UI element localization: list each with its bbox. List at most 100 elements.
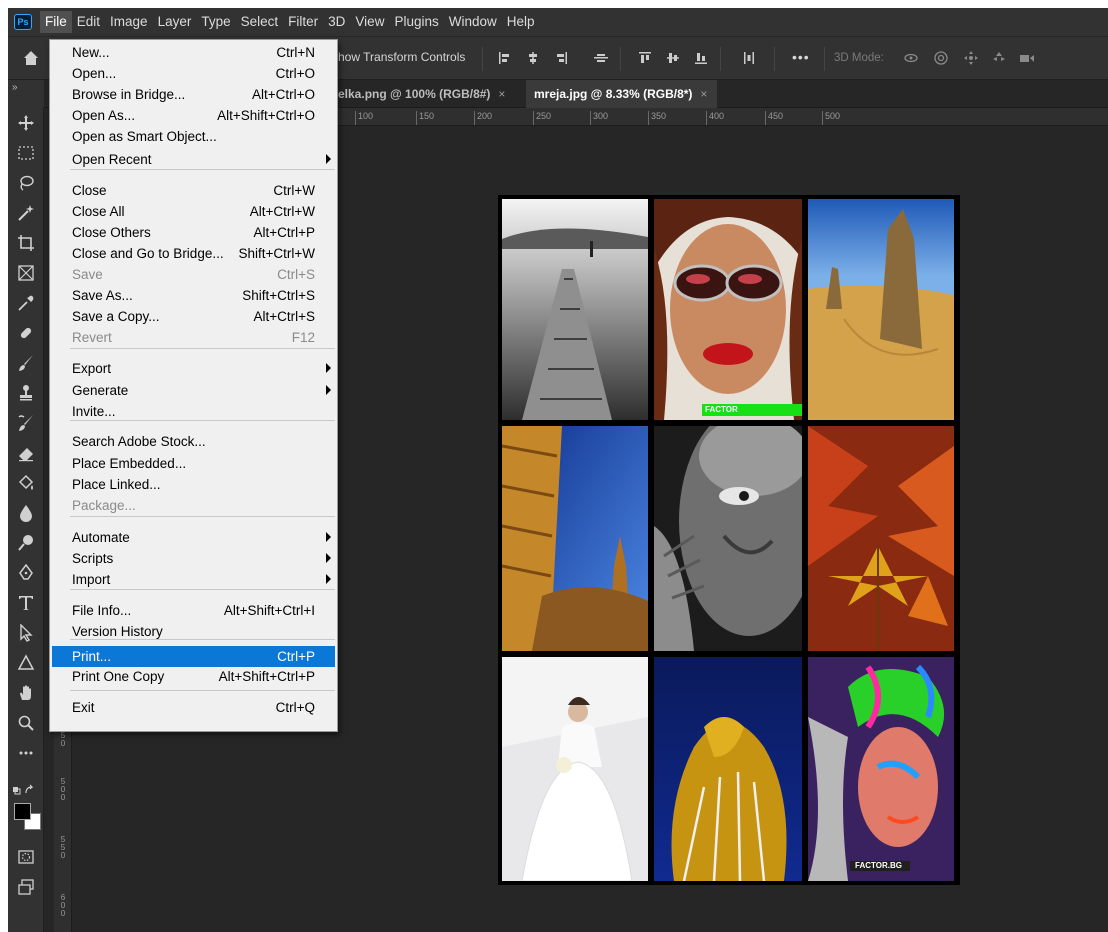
zoom-tool-icon[interactable] [14, 712, 38, 734]
menu-item-print[interactable]: Print... Ctrl+P [52, 646, 335, 667]
3d-mode-label: 3D Mode: [834, 52, 884, 64]
menu-item-package: Package... [50, 495, 337, 516]
close-tab-icon[interactable]: × [498, 80, 505, 108]
menu-item-generate[interactable]: Generate [50, 380, 337, 401]
menu-file[interactable]: File [40, 11, 72, 33]
tab-elka[interactable]: elka.png @ 100% (RGB/8#) × [330, 80, 515, 108]
document-canvas[interactable]: FACTOR FACTOR.BG [498, 195, 960, 885]
type-tool-icon[interactable] [14, 592, 38, 614]
menu-item-label: File Info... [72, 603, 132, 618]
menu-view[interactable]: View [350, 11, 389, 33]
more-options-button[interactable]: ••• [792, 49, 810, 65]
crop-tool-icon[interactable] [14, 232, 38, 254]
menu-edit[interactable]: Edit [72, 11, 105, 33]
menu-window[interactable]: Window [444, 11, 502, 33]
pen-tool-icon[interactable] [14, 562, 38, 584]
marquee-tool-icon[interactable] [14, 142, 38, 164]
menu-item-import[interactable]: Import [50, 569, 337, 590]
foreground-color-swatch[interactable] [14, 803, 31, 820]
menu-item-browse-in-bridge[interactable]: Browse in Bridge... Alt+Ctrl+O [50, 84, 337, 105]
menu-filter[interactable]: Filter [283, 11, 323, 33]
menu-help[interactable]: Help [502, 11, 540, 33]
shape-tool-icon[interactable] [14, 652, 38, 674]
menu-item-open-recent[interactable]: Open Recent [50, 149, 337, 170]
menu-item-shortcut: Ctrl+P [277, 649, 315, 664]
menu-item-label: Automate [72, 530, 130, 545]
distribute-icon[interactable] [740, 49, 758, 67]
menu-item-scripts[interactable]: Scripts [50, 548, 337, 569]
history-brush-tool-icon[interactable] [14, 412, 38, 434]
align-top-edge-icon[interactable] [592, 49, 610, 67]
menu-item-close-others[interactable]: Close Others Alt+Ctrl+P [50, 222, 337, 243]
3d-roll-icon[interactable] [932, 49, 950, 67]
lasso-tool-icon[interactable] [14, 172, 38, 194]
align-right-icon[interactable] [552, 49, 570, 67]
submenu-arrow-icon [326, 154, 331, 164]
menu-item-save-as[interactable]: Save As... Shift+Ctrl+S [50, 285, 337, 306]
menu-item-shortcut: Alt+Ctrl+O [251, 87, 315, 102]
menu-item-close-all[interactable]: Close All Alt+Ctrl+W [50, 201, 337, 222]
3d-slide-icon[interactable] [990, 49, 1008, 67]
3d-pan-icon[interactable] [962, 49, 980, 67]
quick-mask-icon[interactable] [14, 846, 38, 868]
menu-item-close-and-go-to-bridge[interactable]: Close and Go to Bridge... Shift+Ctrl+W [50, 243, 337, 264]
menu-item-version-history[interactable]: Version History [50, 621, 337, 642]
menu-image[interactable]: Image [105, 11, 153, 33]
align-top-icon[interactable] [636, 49, 654, 67]
options-divider [720, 47, 721, 71]
menu-item-label: Save As... [72, 288, 133, 303]
healing-brush-tool-icon[interactable] [14, 322, 38, 344]
menu-item-label: Save a Copy... [72, 309, 160, 324]
photoshop-logo-icon: Ps [14, 14, 32, 30]
3d-orbit-icon[interactable] [902, 49, 920, 67]
align-left-icon[interactable] [496, 49, 514, 67]
align-bottom-icon[interactable] [692, 49, 710, 67]
menu-item-export[interactable]: Export [50, 358, 337, 379]
menu-item-save-a-copy[interactable]: Save a Copy... Alt+Ctrl+S [50, 306, 337, 327]
menu-item-search-adobe-stock[interactable]: Search Adobe Stock... [50, 431, 337, 452]
eraser-tool-icon[interactable] [14, 442, 38, 464]
menu-separator [70, 690, 335, 691]
swap-colors-icon[interactable] [12, 784, 38, 799]
magic-wand-tool-icon[interactable] [14, 202, 38, 224]
align-middle-icon[interactable] [664, 49, 682, 67]
dodge-tool-icon[interactable] [14, 532, 38, 554]
menu-plugins[interactable]: Plugins [389, 11, 443, 33]
menu-item-new[interactable]: New... Ctrl+N [50, 42, 337, 63]
frame-tool-icon[interactable] [14, 262, 38, 284]
clone-stamp-tool-icon[interactable] [14, 382, 38, 404]
brush-tool-icon[interactable] [14, 352, 38, 374]
home-icon[interactable] [22, 49, 40, 67]
menu-item-print-one-copy[interactable]: Print One Copy Alt+Shift+Ctrl+P [50, 666, 337, 687]
3d-camera-icon[interactable] [1018, 49, 1036, 67]
menu-item-exit[interactable]: Exit Ctrl+Q [50, 697, 337, 718]
screen-mode-icon[interactable] [14, 876, 38, 898]
panel-collapse-button[interactable]: » [8, 80, 44, 108]
close-tab-icon[interactable]: × [700, 80, 707, 108]
menu-item-open[interactable]: Open... Ctrl+O [50, 63, 337, 84]
menu-item-invite[interactable]: Invite... [50, 401, 337, 422]
menu-item-place-linked[interactable]: Place Linked... [50, 474, 337, 495]
move-tool-icon[interactable] [14, 112, 38, 134]
tab-mreja[interactable]: mreja.jpg @ 8.33% (RGB/8*) × [526, 80, 718, 108]
menu-item-close[interactable]: Close Ctrl+W [50, 180, 337, 201]
path-selection-tool-icon[interactable] [14, 622, 38, 644]
menu-item-place-embedded[interactable]: Place Embedded... [50, 453, 337, 474]
edit-toolbar-icon[interactable] [14, 742, 38, 764]
menu-layer[interactable]: Layer [153, 11, 197, 33]
menu-item-label: Version History [72, 624, 163, 639]
menu-item-open-as-smart-object[interactable]: Open as Smart Object... [50, 126, 337, 147]
menu-item-file-info[interactable]: File Info... Alt+Shift+Ctrl+I [50, 600, 337, 621]
eyedropper-tool-icon[interactable] [14, 292, 38, 314]
show-transform-controls-label[interactable]: Show Transform Controls [330, 50, 465, 64]
menu-item-automate[interactable]: Automate [50, 527, 337, 548]
menu-item-open-as[interactable]: Open As... Alt+Shift+Ctrl+O [50, 105, 337, 126]
hand-tool-icon[interactable] [14, 682, 38, 704]
menu-select[interactable]: Select [236, 11, 284, 33]
blur-tool-icon[interactable] [14, 502, 38, 524]
paint-bucket-tool-icon[interactable] [14, 472, 38, 494]
menu-type[interactable]: Type [196, 11, 235, 33]
align-center-icon[interactable] [524, 49, 542, 67]
ruler-tick-label: 150 [416, 111, 434, 125]
menu-3d[interactable]: 3D [323, 11, 350, 33]
